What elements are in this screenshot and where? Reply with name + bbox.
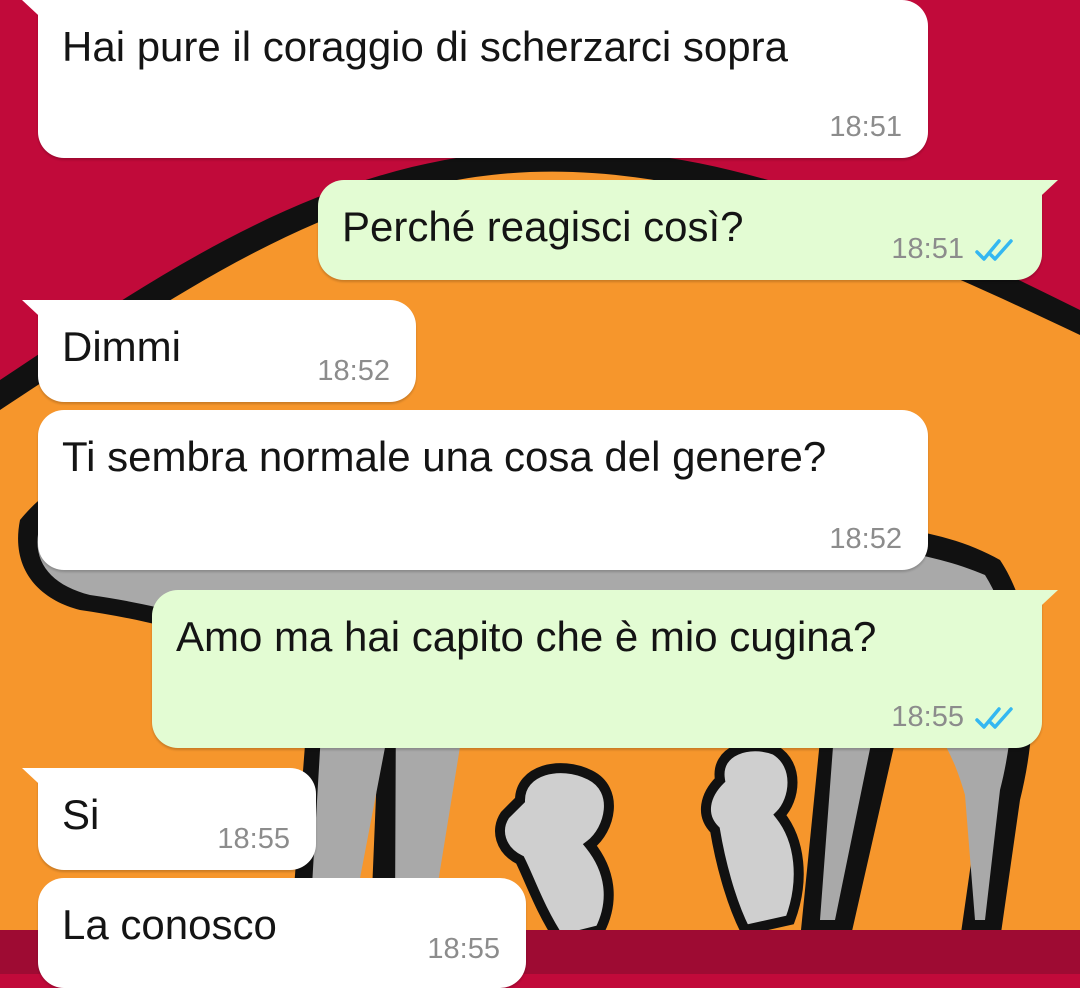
message-text: Amo ma hai capito che è mio cugina? [176,613,877,660]
message-bubble-incoming[interactable]: La conosco 18:55 [38,878,526,988]
message-timestamp: 18:55 [217,823,290,855]
message-timestamp: 18:55 [427,933,500,965]
message-meta: 18:52 [317,355,390,388]
bubble-tail [22,768,52,796]
message-bubble-incoming[interactable]: Dimmi 18:52 [22,300,416,402]
bubble-tail [22,300,52,328]
message-meta: 18:51 [891,233,1016,266]
message-timestamp: 18:51 [829,111,902,143]
message-meta: 18:55 [427,933,500,966]
message-timestamp: 18:51 [891,233,964,265]
message-bubble-incoming[interactable]: Si 18:55 [22,768,316,870]
message-meta: 18:52 [829,523,902,556]
double-check-icon [975,238,1013,261]
bubble-tail [1028,590,1058,618]
message-bubble-incoming[interactable]: Hai pure il coraggio di scherzarci sopra… [22,0,928,158]
message-bubble-outgoing[interactable]: Perché reagisci così? 18:51 [318,180,1058,280]
message-text: Ti sembra normale una cosa del genere? [62,433,827,480]
message-timestamp: 18:52 [829,523,902,555]
bubble-tail [22,0,52,28]
message-bubble-outgoing[interactable]: Amo ma hai capito che è mio cugina? 18:5… [152,590,1058,748]
message-meta: 18:55 [891,701,1016,734]
message-meta: 18:51 [829,111,902,144]
bubble-tail [1028,180,1058,208]
message-text: Hai pure il coraggio di scherzarci sopra [62,23,788,70]
message-bubble-incoming[interactable]: Ti sembra normale una cosa del genere? 1… [38,410,928,570]
message-timestamp: 18:52 [317,355,390,387]
message-meta: 18:55 [217,823,290,856]
message-timestamp: 18:55 [891,701,964,733]
double-check-icon [975,706,1013,729]
